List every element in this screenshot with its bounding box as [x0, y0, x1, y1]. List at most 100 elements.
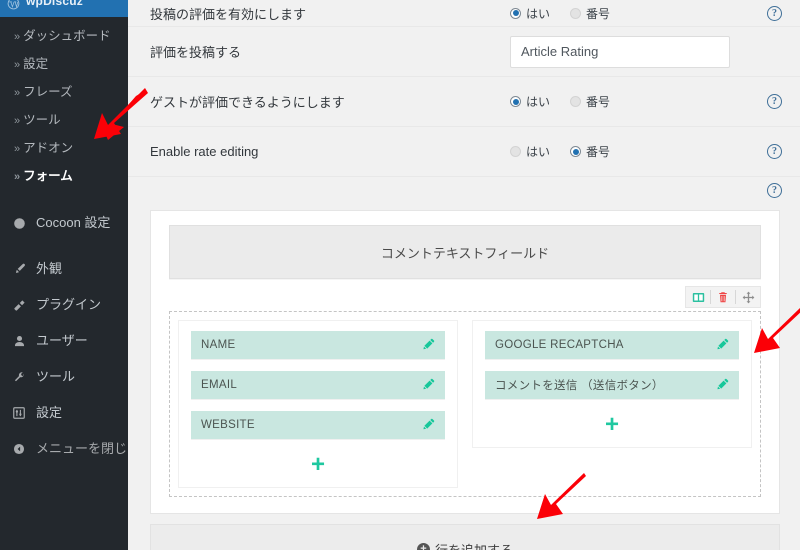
- field-label: EMAIL: [201, 379, 238, 391]
- add-row-label: 行を追加する: [434, 542, 513, 550]
- sidebar-item-phrases[interactable]: » フレーズ: [0, 79, 128, 107]
- add-field-button-left[interactable]: +: [191, 451, 445, 479]
- sidebar-item-plugins[interactable]: プラグイン: [0, 287, 128, 323]
- comment-text-field-block[interactable]: コメントテキストフィールド: [169, 225, 761, 279]
- pencil-icon[interactable]: [717, 378, 729, 393]
- sidebar-item-dashboard[interactable]: » ダッシュボード: [0, 23, 128, 51]
- pencil-icon[interactable]: [423, 338, 435, 353]
- radio-option-no[interactable]: 番号: [570, 143, 610, 160]
- radio-option-no[interactable]: 番号: [570, 5, 610, 22]
- sidebar-item-addons[interactable]: » アドオン: [0, 135, 128, 163]
- sidebar-item-label: ツール: [23, 113, 61, 127]
- chevron-right-icon: »: [14, 31, 21, 43]
- radio-dot-unselected[interactable]: [510, 146, 521, 157]
- setting-label: 評価を投稿する: [150, 45, 242, 60]
- sidebar-item-cocoon-settings[interactable]: Cocoon 設定: [0, 205, 128, 241]
- plus-circle-icon: +: [416, 542, 430, 550]
- sidebar-item-appearance[interactable]: 外観: [0, 251, 128, 287]
- sidebar-item-settings-main[interactable]: 設定: [0, 395, 128, 431]
- radio-dot-unselected[interactable]: [570, 7, 582, 19]
- radio-option-yes[interactable]: はい: [510, 5, 550, 22]
- sidebar-item-label: ユーザー: [36, 333, 88, 348]
- setting-control: [510, 35, 758, 68]
- help-icon[interactable]: ?: [767, 94, 782, 109]
- field-label: WEBSITE: [201, 419, 255, 431]
- columns-icon[interactable]: [686, 286, 710, 308]
- radio-label: はい: [526, 145, 551, 159]
- sidebar-item-tools-main[interactable]: ツール: [0, 359, 128, 395]
- setting-help: ?: [758, 5, 782, 21]
- setting-row-allow-guest-rating: ゲストが評価できるようにします はい 番号 ?: [128, 77, 800, 127]
- radio-dot-selected[interactable]: [570, 146, 582, 157]
- comment-text-field-label: コメントテキストフィールド: [380, 245, 550, 261]
- sidebar-divider: [0, 195, 128, 205]
- sidebar-item-users[interactable]: ユーザー: [0, 323, 128, 359]
- setting-help: ?: [758, 94, 782, 109]
- sidebar-item-forms[interactable]: » フォーム: [0, 163, 128, 191]
- plug-icon: [9, 296, 29, 314]
- sidebar-item-collapse-menu[interactable]: メニューを閉じる: [0, 431, 140, 467]
- form-builder-panel: コメントテキストフィールド NAME EMAIL WEBSITE + GOOGL…: [150, 210, 780, 514]
- radio-dot-unselected[interactable]: [570, 96, 582, 107]
- form-row-dashed-container: NAME EMAIL WEBSITE + GOOGLE RECAPTCHA コメ…: [169, 311, 761, 497]
- sidebar-item-label: 外観: [36, 261, 63, 276]
- row-toolbar-buttons: [685, 286, 761, 308]
- wrench-icon: [9, 368, 29, 386]
- sidebar-item-label: 設定: [23, 57, 49, 71]
- radio-option-yes[interactable]: はい: [510, 93, 550, 110]
- radio-option-yes[interactable]: はい: [510, 143, 550, 160]
- move-icon[interactable]: [736, 286, 760, 308]
- setting-row-enable-post-rating: 投稿の評価を有効にします はい 番号 ?: [128, 0, 800, 27]
- row-toolbar: [169, 286, 761, 308]
- form-field-submit-button[interactable]: コメントを送信 （送信ボタン）: [485, 371, 739, 399]
- add-row-button[interactable]: + 行を追加する: [150, 524, 780, 550]
- admin-sidebar: wpDiscuz » ダッシュボード » 設定 » フレーズ » ツール » アドオン »…: [0, 0, 140, 550]
- form-column-left: NAME EMAIL WEBSITE +: [178, 320, 458, 488]
- field-label: GOOGLE RECAPTCHA: [495, 339, 624, 351]
- chevron-right-icon: »: [14, 115, 21, 127]
- main-content: 投稿の評価を有効にします はい 番号 ? 評価を投稿する Article Rat…: [128, 0, 800, 550]
- setting-label: ゲストが評価できるようにします: [150, 95, 345, 110]
- trash-icon[interactable]: [711, 286, 735, 308]
- sidebar-item-label: フレーズ: [23, 85, 73, 99]
- user-icon: [9, 332, 29, 350]
- pencil-icon[interactable]: [423, 418, 435, 433]
- radio-dot-selected[interactable]: [510, 7, 521, 19]
- post-rating-title-input[interactable]: [510, 35, 730, 68]
- form-field-website[interactable]: WEBSITE: [191, 411, 445, 439]
- radio-label: 番号: [586, 6, 611, 21]
- rating-settings-table: 投稿の評価を有効にします はい 番号 ? 評価を投稿する Article Rat…: [128, 0, 800, 177]
- chevron-right-icon: »: [14, 143, 21, 155]
- radio-label: はい: [526, 6, 551, 21]
- wpdiscuz-submenu: » ダッシュボード » 設定 » フレーズ » ツール » アドオン » フォーム: [0, 17, 128, 195]
- chevron-right-icon: »: [14, 87, 21, 99]
- field-label: コメントを送信 （送信ボタン）: [495, 380, 664, 392]
- radio-option-no[interactable]: 番号: [570, 93, 610, 110]
- sidebar-item-label: メニューを閉じる: [36, 441, 141, 456]
- pencil-icon[interactable]: [717, 338, 729, 353]
- pencil-icon[interactable]: [423, 378, 435, 393]
- sidebar-item-settings[interactable]: » 設定: [0, 51, 128, 79]
- sidebar-item-tools[interactable]: » ツール: [0, 107, 128, 135]
- radio-label: 番号: [586, 145, 611, 159]
- screen: wpDiscuz » ダッシュボード » 設定 » フレーズ » ツール » アドオン »…: [0, 0, 800, 550]
- form-field-email[interactable]: EMAIL: [191, 371, 445, 399]
- radio-label: 番号: [586, 95, 611, 109]
- add-field-button-right[interactable]: +: [485, 411, 739, 439]
- sidebar-divider: [0, 241, 128, 251]
- help-icon[interactable]: ?: [767, 183, 782, 198]
- help-icon[interactable]: ?: [767, 5, 782, 21]
- form-field-name[interactable]: NAME: [191, 331, 445, 359]
- form-field-google-recaptcha[interactable]: GOOGLE RECAPTCHA: [485, 331, 739, 359]
- sidebar-item-label: アドオン: [23, 141, 74, 155]
- sidebar-item-label: ツール: [36, 369, 76, 384]
- field-label: NAME: [201, 339, 236, 351]
- radio-dot-selected[interactable]: [510, 96, 521, 107]
- form-column-right: GOOGLE RECAPTCHA コメントを送信 （送信ボタン） +: [472, 320, 752, 448]
- help-icon[interactable]: ?: [767, 144, 782, 159]
- sliders-icon: [9, 404, 29, 422]
- circle-icon: [9, 214, 29, 232]
- setting-control: はい 番号: [510, 143, 758, 160]
- chevron-right-icon: »: [14, 59, 21, 71]
- setting-help: ?: [758, 144, 782, 159]
